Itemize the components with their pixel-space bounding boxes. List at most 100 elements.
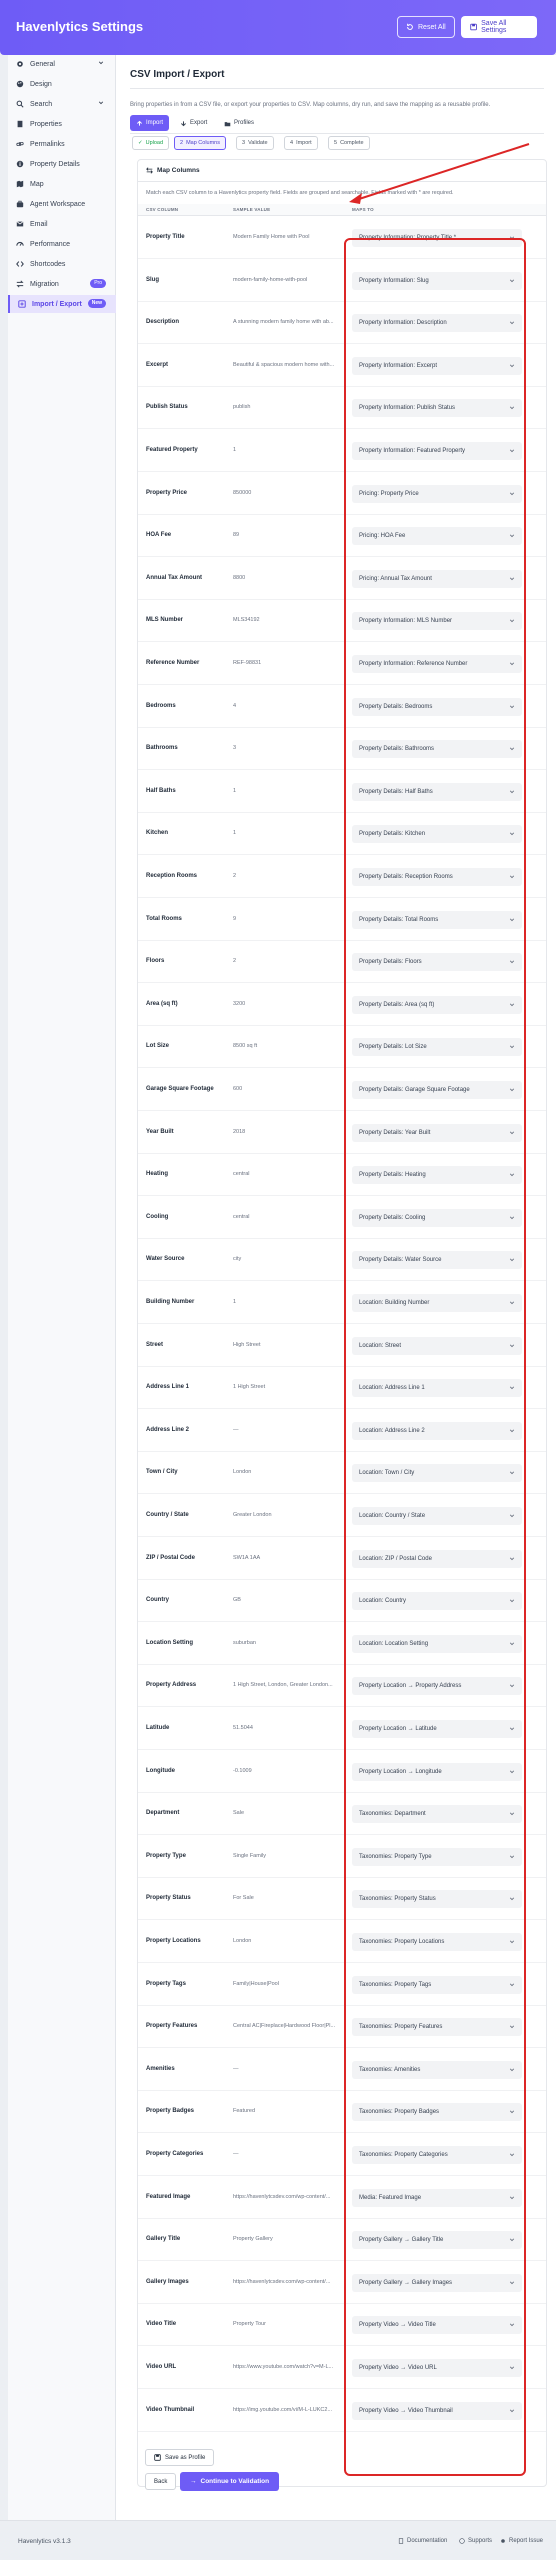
chevron-down-icon: [509, 2238, 515, 2242]
maps-to-select[interactable]: Property Information: Excerpt: [352, 356, 522, 375]
maps-to-select[interactable]: Property Details: Garage Square Footage: [352, 1081, 522, 1099]
maps-to-select[interactable]: Property Details: Half Baths: [352, 782, 522, 801]
sidebar-item-import-export[interactable]: Import / Export New: [8, 295, 116, 313]
maps-to-value: Taxonomies: Property Tags: [359, 1981, 432, 1988]
csv-column-name: Featured Property: [146, 447, 198, 453]
maps-to-select[interactable]: Property Details: Reception Rooms: [352, 868, 522, 886]
tab-export[interactable]: Export: [174, 115, 213, 131]
chevron-down-icon: [509, 1855, 515, 1858]
maps-to-select[interactable]: Property Information: Publish Status: [352, 399, 522, 418]
maps-to-select[interactable]: Property Details: Lot Size: [352, 1038, 522, 1057]
maps-to-select[interactable]: Location: Address Line 2: [352, 1421, 522, 1440]
table-row: Cooling central Property Details: Cooling: [138, 1197, 546, 1239]
chevron-down-icon: [509, 790, 515, 793]
reset-all-button[interactable]: Reset All: [397, 16, 455, 38]
report-issue-link[interactable]: Report Issue: [500, 2538, 543, 2544]
save-all-settings-button[interactable]: Save All Settings: [461, 16, 537, 38]
maps-to-select[interactable]: Property Location → Latitude: [352, 1720, 522, 1738]
maps-to-select[interactable]: Property Details: Kitchen: [352, 825, 522, 844]
maps-to-select[interactable]: Property Details: Area (sq ft): [352, 995, 522, 1014]
maps-to-select[interactable]: Taxonomies: Property Type: [352, 1847, 522, 1866]
sample-value: 2: [233, 873, 237, 879]
maps-to-select[interactable]: Pricing: Annual Tax Amount: [352, 569, 522, 588]
maps-to-select[interactable]: Location: Street: [352, 1336, 522, 1355]
sidebar-item-design[interactable]: Design: [8, 75, 116, 93]
maps-to-select[interactable]: Property Information: Slug: [352, 271, 522, 290]
maps-to-select[interactable]: Property Details: Total Rooms: [352, 910, 522, 929]
maps-to-select[interactable]: Property Details: Year Built: [352, 1123, 522, 1142]
maps-to-select[interactable]: Taxonomies: Property Features: [352, 2018, 522, 2037]
maps-to-select[interactable]: Location: Address Line 1: [352, 1379, 522, 1398]
card-header: Map Columns: [138, 160, 546, 182]
maps-to-select[interactable]: Media: Featured Image: [352, 2188, 522, 2207]
maps-to-select[interactable]: Property Gallery → Gallery Images: [352, 2273, 522, 2292]
chevron-down-icon: [509, 1045, 515, 1049]
back-button[interactable]: Back: [145, 2473, 177, 2490]
maps-to-select[interactable]: Location: Country: [352, 1592, 522, 1611]
maps-to-select[interactable]: Property Video → Video Title: [352, 2316, 522, 2335]
table-row: Video Title Property Tour Property Video →…: [138, 2304, 546, 2347]
csv-column-name: Description: [146, 319, 180, 326]
maps-to-select[interactable]: Property Information: Description: [352, 314, 522, 333]
tab-profiles[interactable]: Profiles: [218, 115, 260, 131]
sidebar-item-search[interactable]: Search: [8, 95, 116, 113]
maps-to-select[interactable]: Property Location → Longitude: [352, 1762, 522, 1781]
maps-to-select[interactable]: Pricing: Property Price: [352, 484, 522, 503]
tab-import[interactable]: Import: [130, 115, 170, 131]
maps-to-select[interactable]: Location: Location Setting: [352, 1634, 522, 1653]
sidebar-item-general[interactable]: General: [8, 55, 116, 73]
maps-to-select[interactable]: Property Information: Reference Number: [352, 655, 522, 673]
sidebar-item-performance[interactable]: Performance: [8, 235, 116, 253]
maps-to-select[interactable]: Taxonomies: Department: [352, 1805, 522, 1824]
chevron-down-icon: [509, 2196, 515, 2199]
maps-to-select[interactable]: Property Details: Cooling: [352, 1208, 522, 1227]
sidebar-item-migration[interactable]: Migration Pro: [8, 275, 116, 293]
maps-to-select[interactable]: Location: Town / City: [352, 1464, 522, 1483]
sidebar-item-shortcodes[interactable]: Shortcodes: [8, 255, 116, 273]
chevron-down-icon: [509, 1642, 515, 1645]
continue-to-validation-button[interactable]: → Continue to Validation: [180, 2472, 280, 2491]
sample-value: 1 High Street, London, Greater London...: [233, 1682, 333, 1689]
sidebar-item-email[interactable]: Email: [8, 215, 116, 233]
maps-to-select[interactable]: Property Video → Video Thumbnail: [352, 2401, 522, 2420]
sidebar-item-property-details[interactable]: Property Details: [8, 155, 116, 173]
maps-to-select[interactable]: Property Video → Video URL: [352, 2359, 522, 2377]
maps-to-value: Taxonomies: Property Status: [359, 1896, 436, 1903]
maps-to-select[interactable]: Property Details: Bedrooms: [352, 697, 522, 716]
sidebar-item-permalinks[interactable]: Permalinks: [8, 135, 116, 153]
maps-to-select[interactable]: Taxonomies: Property Status: [352, 1890, 522, 1909]
maps-to-select[interactable]: Location: Building Number: [352, 1294, 522, 1312]
sidebar-item-map[interactable]: Map: [8, 175, 116, 193]
maps-to-select[interactable]: Taxonomies: Property Locations: [352, 1933, 522, 1951]
maps-to-select[interactable]: Property Details: Floors: [352, 953, 522, 972]
maps-to-select[interactable]: Property Information: Property Title *: [352, 229, 522, 247]
sample-value: High Street: [233, 1341, 261, 1348]
maps-to-select[interactable]: Location: ZIP / Postal Code: [352, 1549, 522, 1568]
supports-link[interactable]: Supports: [459, 2538, 492, 2544]
save-as-profile-button[interactable]: Save as Profile: [145, 2449, 215, 2466]
maps-to-select[interactable]: Property Details: Bathrooms: [352, 740, 522, 759]
chevron-down-icon: [509, 1812, 515, 1816]
maps-to-select[interactable]: Property Information: Featured Property: [352, 442, 522, 460]
maps-to-select[interactable]: Location: Country / State: [352, 1507, 522, 1525]
maps-to-select[interactable]: Taxonomies: Property Badges: [352, 2103, 522, 2122]
maps-to-select[interactable]: Property Details: Heating: [352, 1166, 522, 1185]
maps-to-value: Property Details: Area (sq ft): [359, 1001, 435, 1008]
maps-to-select[interactable]: Property Details: Water Source: [352, 1251, 522, 1270]
maps-to-select[interactable]: Property Information: MLS Number: [352, 612, 522, 631]
maps-to-select[interactable]: Taxonomies: Property Categories: [352, 2146, 522, 2164]
table-row: Property Badges Featured Taxonomies: Prope…: [138, 2091, 546, 2134]
maps-to-select[interactable]: Property Gallery → Gallery Title: [352, 2231, 522, 2250]
building-icon: [17, 120, 23, 128]
documentation-link[interactable]: Documentation: [398, 2538, 447, 2544]
link-icon: [16, 142, 24, 146]
maps-to-select[interactable]: Taxonomies: Amenities: [352, 2060, 522, 2079]
step-label: Validate: [248, 140, 268, 146]
maps-to-select[interactable]: Pricing: HOA Fee: [352, 527, 522, 546]
table-row: Property Price 850000 Pricing: Property Pr…: [138, 473, 546, 515]
csv-column-name: Video URL: [146, 2364, 177, 2370]
maps-to-select[interactable]: Taxonomies: Property Tags: [352, 1975, 522, 1994]
sidebar-item-properties[interactable]: Properties: [8, 115, 116, 133]
sidebar-item-agent-workspace[interactable]: Agent Workspace: [8, 195, 116, 213]
maps-to-select[interactable]: Property Location → Property Address: [352, 1677, 522, 1696]
